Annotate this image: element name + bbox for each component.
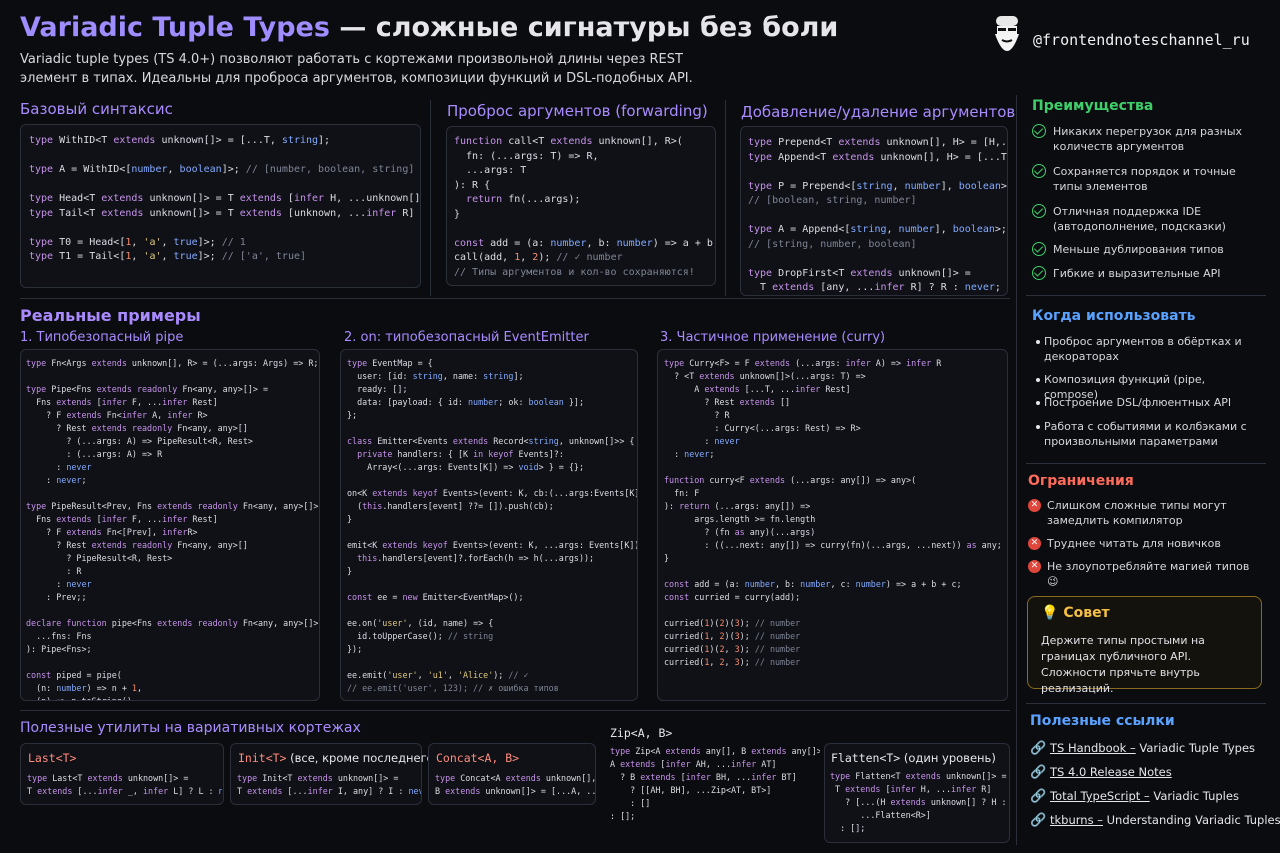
tip-text: Держите типы простыми на границах публич…	[1041, 634, 1205, 695]
limits-title: Ограничения	[1028, 473, 1134, 489]
link-icon: 🔗	[1030, 789, 1047, 804]
check-icon	[1032, 242, 1046, 256]
list-item: Меньше дублирования типов	[1032, 242, 1262, 257]
section-forwarding-title: Проброс аргументов (forwarding)	[447, 102, 708, 120]
cross-icon: ✕	[1028, 537, 1041, 550]
list-item: Сохраняется порядок и точные типы элемен…	[1032, 164, 1262, 194]
divider	[430, 100, 431, 296]
section-addremove-title: Добавление/удаление аргументов	[741, 103, 1016, 121]
divider	[1026, 295, 1266, 296]
divider	[20, 298, 1010, 299]
util-card-zip: Zip<A, B> type Zip<A extends any[], B ex…	[610, 726, 820, 841]
link-tkburns[interactable]: 🔗 tkburns – Understanding Variadic Tuples	[1030, 813, 1280, 831]
util-title: Init<T> (все, кроме последнего)	[238, 751, 439, 765]
when-title: Когда использовать	[1032, 308, 1196, 324]
intro-text: Variadic tuple types (TS 4.0+) позволяют…	[20, 52, 693, 86]
tip-heading: 💡 Совет	[1041, 605, 1110, 621]
list-item: Проброс аргументов в обёртках и декорато…	[1032, 334, 1262, 364]
list-item: Отличная поддержка IDE (автодополнение, …	[1032, 204, 1262, 234]
cross-icon: ✕	[1028, 560, 1041, 573]
advantages-list: Никаких перегрузок для разных количеств …	[1032, 124, 1267, 289]
link-icon: 🔗	[1030, 741, 1047, 756]
util-title: Flatten<T> (один уровень)	[831, 751, 996, 765]
section-real-title: Реальные примеры	[20, 306, 201, 325]
util-card-flatten: Flatten<T> (один уровень) type Flatten<T…	[824, 743, 1010, 843]
advantages-title: Преимущества	[1032, 98, 1154, 114]
link-icon: 🔗	[1030, 765, 1047, 780]
page-title: Variadic Tuple Types — сложные сигнатуры…	[20, 12, 839, 43]
link-ts-handbook[interactable]: 🔗 TS Handbook – Variadic Tuple Types	[1030, 741, 1275, 759]
util-title: Last<T>	[28, 751, 77, 765]
check-icon	[1032, 204, 1046, 218]
bullet-icon	[1036, 425, 1040, 429]
section-utils-title: Полезные утилиты на вариативных кортежах	[20, 720, 361, 736]
util-code: type Init<T extends unknown[]> = T exten…	[237, 773, 421, 796]
util-title: Concat<A, B>	[436, 751, 520, 765]
link-ts40-release[interactable]: 🔗 TS 4.0 Release Notes	[1030, 765, 1275, 783]
divider	[725, 100, 726, 296]
util-title: Zip<A, B>	[610, 726, 673, 740]
check-icon	[1032, 164, 1046, 178]
channel-handle: @frontendnoteschannel_ru	[1033, 31, 1250, 49]
cross-icon: ✕	[1028, 499, 1041, 512]
link-total-typescript[interactable]: 🔗 Total TypeScript – Variadic Tuples	[1030, 789, 1275, 807]
util-code: type Flatten<T extends unknown[]> = T ex…	[830, 771, 1007, 833]
list-item: Никаких перегрузок для разных количеств …	[1032, 124, 1262, 154]
list-item: Построение DSL/флюентных API	[1032, 395, 1262, 410]
bullet-icon	[1036, 378, 1040, 382]
code-basic-syntax: type WithID<T extends unknown[]> = [...T…	[20, 124, 421, 288]
divider	[1026, 463, 1266, 464]
code-event-emitter: type EventMap = { user: [id: string, nam…	[340, 349, 638, 701]
util-card-concat: Concat<A, B> type Concat<A extends unkno…	[428, 743, 596, 805]
bearded-avatar-icon	[995, 16, 1019, 51]
section-basic-title: Базовый синтаксис	[20, 100, 173, 118]
divider	[1026, 703, 1266, 704]
bullet-icon	[1036, 340, 1040, 344]
list-item: ✕ Труднее читать для новичков	[1028, 536, 1258, 551]
check-icon	[1032, 124, 1046, 138]
links-title: Полезные ссылки	[1030, 713, 1175, 729]
links-list: 🔗 TS Handbook – Variadic Tuple Types 🔗 TS …	[1030, 741, 1280, 836]
list-item: ✕ Не злоупотребляйте магией типов 😉	[1028, 559, 1258, 589]
list-item: ✕ Слишком сложные типы могут замедлить ко…	[1028, 498, 1258, 528]
limits-list: ✕ Слишком сложные типы могут замедлить ко…	[1028, 498, 1266, 588]
link-icon: 🔗	[1030, 813, 1047, 828]
divider	[1016, 95, 1017, 845]
example-2-title: 2. on: типобезопасный EventEmitter	[344, 330, 589, 345]
code-forwarding: function call<T extends unknown[], R>( f…	[446, 126, 716, 286]
example-3-title: 3. Частичное применение (curry)	[660, 330, 886, 345]
util-card-init: Init<T> (все, кроме последнего) type Ini…	[230, 743, 438, 805]
example-1-title: 1. Типобезопасный pipe	[20, 330, 184, 345]
code-curry: type Curry<F> = F extends (...args: infe…	[657, 349, 1008, 701]
tip-card: 💡 Совет Держите типы простыми на граница…	[1027, 596, 1262, 695]
lightbulb-icon: 💡	[1041, 605, 1064, 621]
util-code: type Zip<A extends any[], B extends any[…	[610, 746, 820, 821]
divider	[20, 710, 1010, 711]
list-item: Гибкие и выразительные API	[1032, 266, 1262, 281]
when-list: Проброс аргументов в обёртках и декорато…	[1032, 334, 1267, 454]
util-code: type Concat<A extends unknown[], B exten…	[435, 773, 595, 796]
check-icon	[1032, 266, 1046, 280]
code-add-remove: type Prepend<T extends unknown[], H> = […	[740, 126, 1008, 296]
code-pipe: type Fn<Args extends unknown[], R> = (..…	[20, 349, 320, 701]
util-code: type Last<T extends unknown[]> = T exten…	[27, 773, 222, 796]
util-card-last: Last<T> type Last<T extends unknown[]> =…	[20, 743, 224, 805]
bullet-icon	[1036, 401, 1040, 405]
list-item: Работа с событиями и колбэками с произво…	[1032, 419, 1262, 449]
